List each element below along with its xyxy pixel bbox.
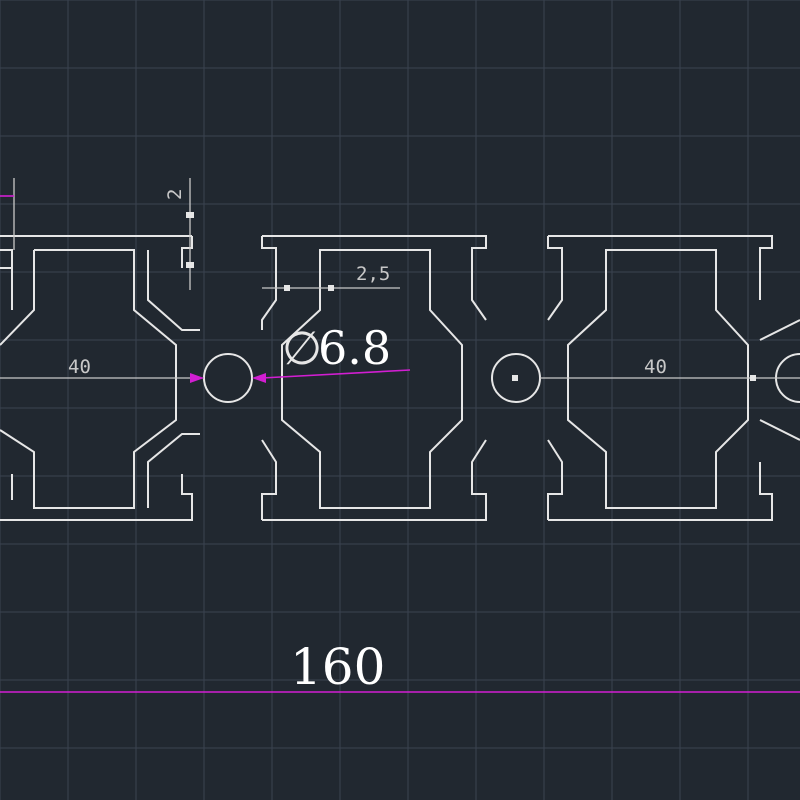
dim-text-hole-diameter[interactable]: 6.8 [318,321,391,375]
web-center-left [261,268,277,474]
tick-groove-left [284,285,290,291]
cad-viewport: 40 40 2 2,5 ∅ 6.8 160 [0,0,800,800]
middle-cavity [281,249,463,509]
tick-wall-top [186,212,194,218]
web-left [11,250,200,508]
background-grid [0,0,800,800]
web-center-right [471,268,487,474]
dim-text-wall-thickness[interactable]: 2 [164,189,186,200]
arrowheads [190,373,266,383]
tick-groove-right [328,285,334,291]
arrow-diameter [252,373,266,383]
tick-40-left-end [512,375,518,381]
profile-bottom-edge [0,474,773,521]
dim-text-total-length[interactable]: 160 [290,638,385,696]
mounting-hole-1[interactable] [203,353,253,403]
arrow-40-left [190,373,204,383]
tick-wall-bottom [186,262,194,268]
cad-drawing-canvas[interactable]: 40 40 2 2,5 ∅ 6.8 160 [0,0,800,800]
dim-text-40-right[interactable]: 40 [644,356,667,378]
dim-text-40-left[interactable]: 40 [68,356,91,378]
tick-40-right [750,375,756,381]
diameter-icon: ∅ [282,321,322,375]
dim-text-groove-width[interactable]: 2,5 [356,263,390,285]
right-cavity [567,249,800,509]
left-cavity [0,249,177,509]
